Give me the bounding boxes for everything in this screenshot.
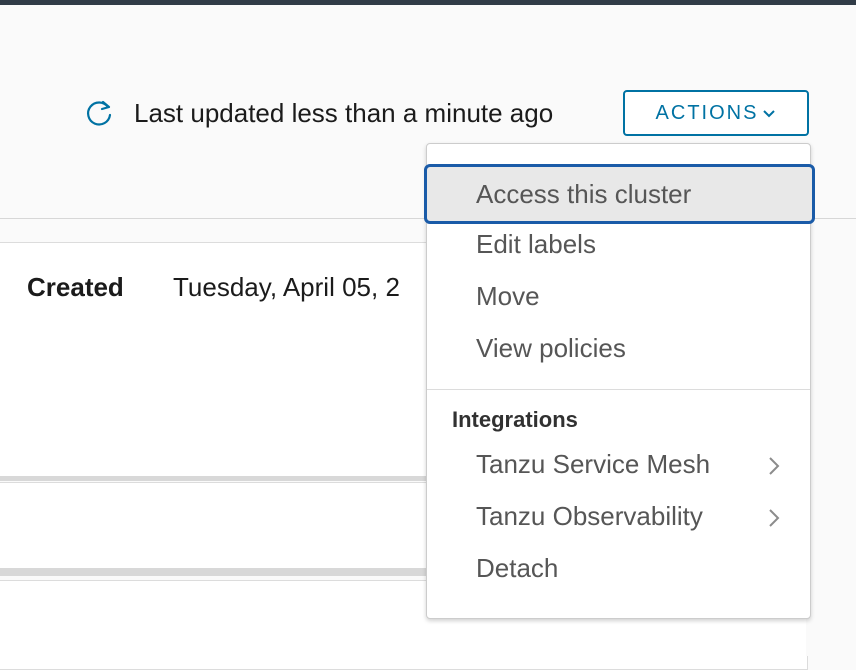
page-gutter: [806, 615, 856, 656]
chevron-down-icon: [763, 110, 776, 118]
last-updated-text: Last updated less than a minute ago: [134, 98, 554, 128]
menu-item-access-this-cluster[interactable]: Access this cluster: [424, 164, 815, 224]
menu-item-detach[interactable]: Detach: [427, 542, 810, 594]
created-label: Created: [27, 272, 124, 302]
menu-item-move[interactable]: Move: [427, 270, 810, 322]
chevron-right-icon: [769, 509, 780, 527]
actions-button-label: ACTIONS: [655, 101, 759, 124]
menu-item-edit-labels[interactable]: Edit labels: [427, 218, 810, 270]
menu-group-header-integrations: Integrations: [452, 407, 578, 432]
actions-dropdown-menu: Access this cluster Edit labels Move Vie…: [424, 143, 815, 619]
created-value: Tuesday, April 05, 2: [173, 272, 400, 302]
menu-item-tanzu-observability[interactable]: Tanzu Observability: [427, 490, 810, 542]
refresh-icon[interactable]: [84, 98, 114, 128]
menu-item-tanzu-service-mesh[interactable]: Tanzu Service Mesh: [427, 438, 810, 490]
menu-item-view-policies[interactable]: View policies: [427, 322, 810, 374]
menu-item-label: Tanzu Service Mesh: [476, 449, 711, 479]
actions-button[interactable]: ACTIONS: [623, 90, 809, 136]
menu-divider: [427, 389, 810, 390]
menu-item-label: Tanzu Observability: [476, 501, 703, 531]
chevron-right-icon: [769, 457, 780, 475]
